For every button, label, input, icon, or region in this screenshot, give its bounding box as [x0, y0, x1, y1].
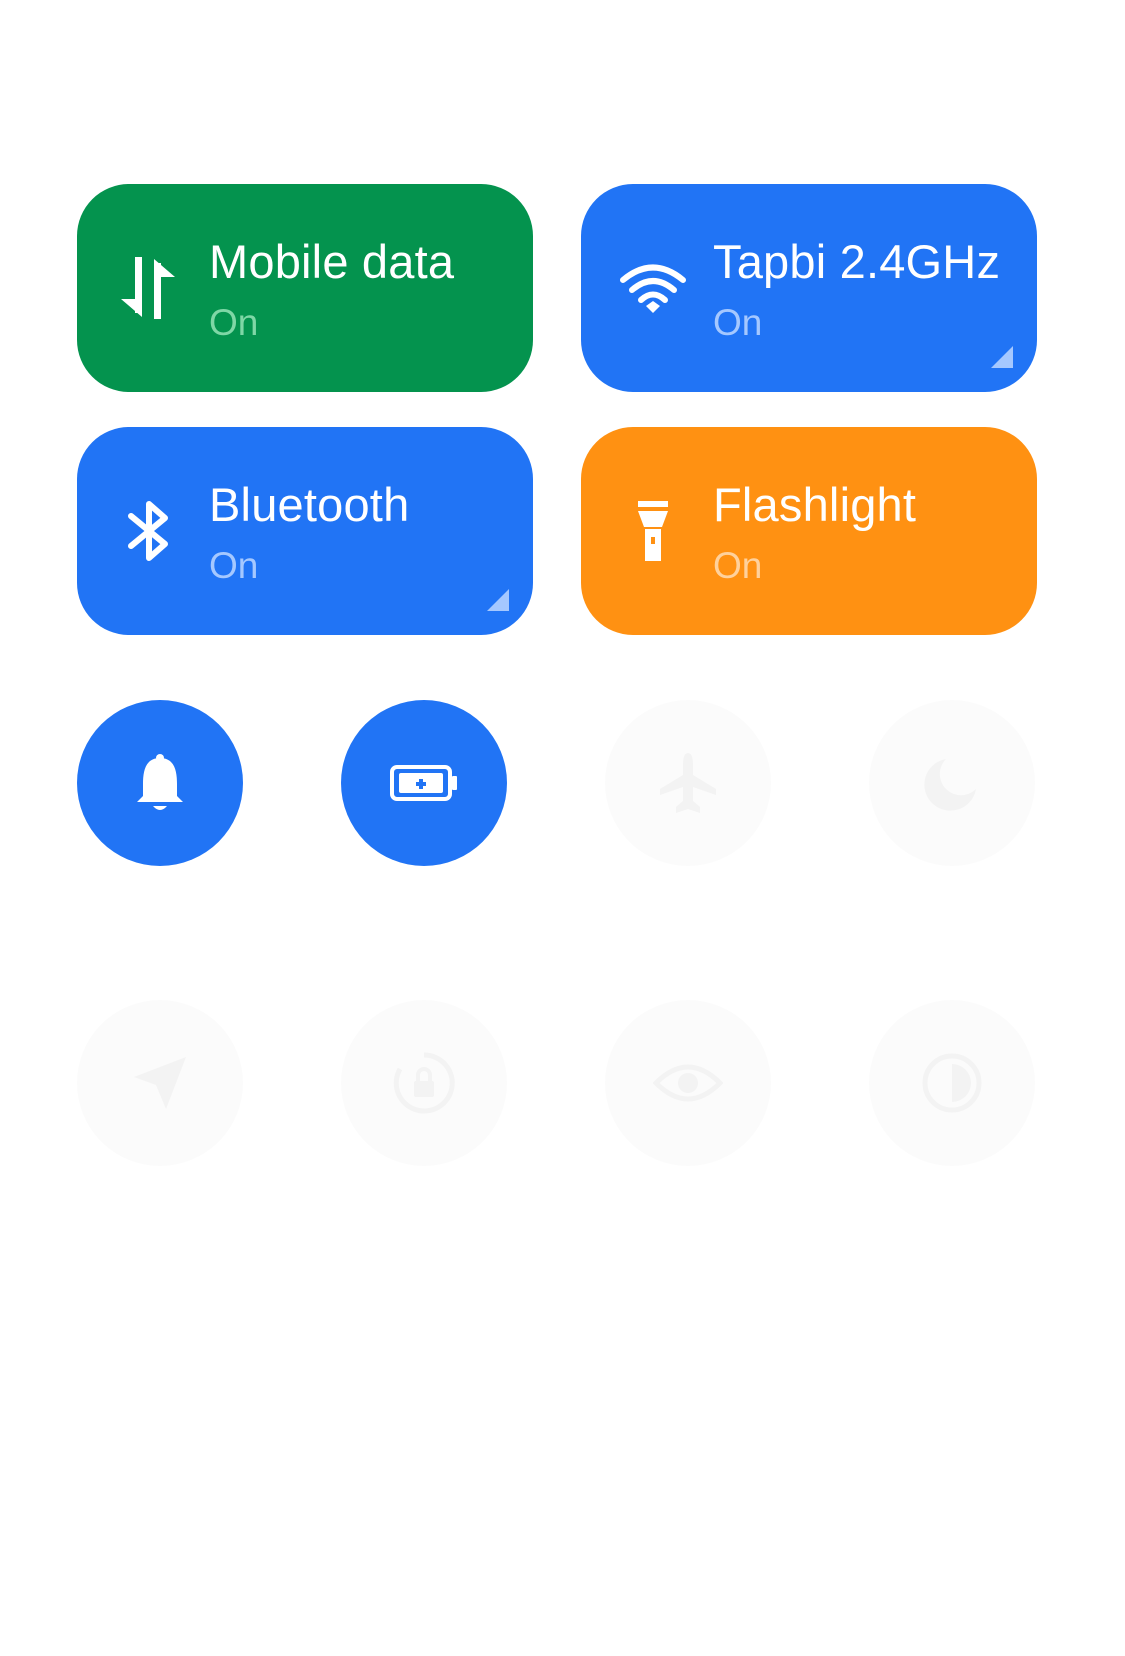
- mobile-data-title: Mobile data: [209, 235, 455, 288]
- bluetooth-status: On: [209, 545, 259, 586]
- flashlight-tile[interactable]: Flashlight On: [581, 427, 1037, 635]
- mobile-data-status: On: [209, 302, 259, 343]
- location-toggle[interactable]: [77, 1000, 243, 1166]
- flashlight-title: Flashlight: [713, 478, 917, 531]
- quick-settings-panel: Mobile data On Tapbi 2.4GHz On Bluetooth…: [0, 0, 1125, 1656]
- do-not-disturb-toggle[interactable]: [869, 700, 1035, 866]
- airplane-mode-toggle[interactable]: [605, 700, 771, 866]
- battery-saver-toggle[interactable]: [341, 700, 507, 866]
- flashlight-icon: [615, 493, 691, 569]
- dark-mode-icon: [922, 1053, 982, 1113]
- bluetooth-title: Bluetooth: [209, 478, 410, 531]
- eye-icon: [653, 1064, 723, 1102]
- moon-icon: [924, 759, 976, 811]
- rotation-lock-icon: [393, 1052, 455, 1114]
- wifi-title: Tapbi 2.4GHz: [713, 235, 1001, 288]
- sound-toggle[interactable]: [77, 700, 243, 866]
- flashlight-status: On: [713, 545, 763, 586]
- airplane-icon: [660, 753, 716, 813]
- bluetooth-icon: [111, 493, 187, 569]
- dark-mode-toggle[interactable]: [869, 1000, 1035, 1166]
- bluetooth-tile[interactable]: Bluetooth On: [77, 427, 533, 635]
- battery-saver-icon: [390, 765, 457, 801]
- reading-mode-toggle[interactable]: [605, 1000, 771, 1166]
- bluetooth-more-corner-icon[interactable]: [487, 589, 509, 611]
- wifi-more-corner-icon[interactable]: [991, 346, 1013, 368]
- mobile-data-tile[interactable]: Mobile data On: [77, 184, 533, 392]
- wifi-status: On: [713, 302, 763, 343]
- mobile-data-arrows-icon: [111, 250, 187, 326]
- wifi-icon: [615, 250, 691, 326]
- bell-icon: [137, 754, 183, 810]
- rotation-lock-toggle[interactable]: [341, 1000, 507, 1166]
- location-icon: [134, 1057, 186, 1109]
- wifi-tile[interactable]: Tapbi 2.4GHz On: [581, 184, 1037, 392]
